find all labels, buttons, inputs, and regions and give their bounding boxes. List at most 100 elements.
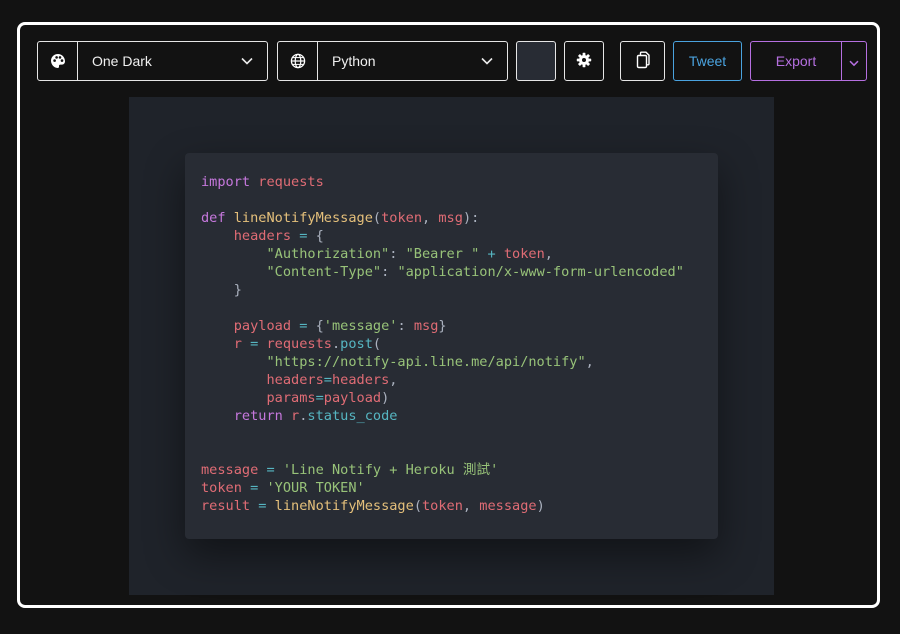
code-line: payload = {'message': msg}: [201, 317, 684, 335]
code-token: message: [201, 462, 259, 478]
code-token: ,: [422, 210, 439, 226]
code-token: :: [397, 318, 414, 334]
code-token: message: [479, 498, 537, 514]
code-line: def lineNotifyMessage(token, msg):: [201, 209, 684, 227]
code-line: result = lineNotifyMessage(token, messag…: [201, 497, 684, 515]
code-token: .: [331, 336, 341, 352]
app-frame: One Dark Python Tweet Export import requ…: [17, 22, 880, 608]
palette-icon: [38, 42, 78, 80]
code-token: def: [201, 210, 226, 226]
code-token: headers: [233, 228, 292, 244]
code-token: result: [201, 498, 251, 514]
theme-select-value: One Dark: [92, 53, 152, 69]
code-line: "Content-Type": "application/x-www-form-…: [201, 263, 684, 281]
code-token: =: [315, 390, 324, 406]
tweet-button[interactable]: Tweet: [673, 41, 742, 81]
code-token: "application/x-www-form-urlencoded": [397, 264, 684, 280]
code-token: token: [381, 210, 422, 226]
code-token: lineNotifyMessage: [274, 498, 414, 514]
code-token: payload: [233, 318, 292, 334]
code-line: headers = {: [201, 227, 684, 245]
code-token: }: [438, 318, 447, 334]
code-token: (: [413, 498, 422, 514]
code-token: }: [201, 282, 242, 298]
code-token: {: [307, 228, 324, 244]
code-editor[interactable]: import requests def lineNotifyMessage(to…: [201, 173, 684, 515]
code-window: import requests def lineNotifyMessage(to…: [185, 153, 718, 539]
chevron-down-icon: [467, 42, 507, 80]
code-token: ): [381, 390, 390, 406]
code-token: ): [536, 498, 545, 514]
language-select-value: Python: [332, 53, 376, 69]
code-token: "Authorization": [266, 246, 390, 262]
settings-button[interactable]: [564, 41, 604, 81]
code-line: }: [201, 281, 684, 299]
code-token: token: [201, 480, 242, 496]
code-token: post: [340, 336, 373, 352]
code-token: requests: [258, 174, 324, 190]
code-token: :: [381, 264, 398, 280]
code-token: msg: [438, 210, 463, 226]
export-dropdown-button[interactable]: [841, 42, 866, 80]
copy-icon: [635, 51, 651, 72]
code-token: (: [372, 336, 382, 352]
code-token: =: [323, 372, 332, 388]
code-line: return r.status_code: [201, 407, 684, 425]
background-color-picker[interactable]: [516, 41, 556, 81]
language-select[interactable]: Python: [277, 41, 508, 81]
code-token: params: [266, 390, 316, 406]
code-canvas: import requests def lineNotifyMessage(to…: [129, 97, 774, 595]
code-line: token = 'YOUR TOKEN': [201, 479, 684, 497]
code-token: headers: [331, 372, 390, 388]
gear-icon: [576, 52, 592, 71]
code-token: msg: [413, 318, 439, 334]
copy-button[interactable]: [620, 41, 665, 81]
export-button[interactable]: Export: [751, 42, 841, 80]
code-token: "https://notify-api.line.me/api/notify": [266, 354, 586, 370]
chevron-down-icon: [849, 52, 859, 71]
code-line: "https://notify-api.line.me/api/notify",: [201, 353, 684, 371]
code-line: "Authorization": "Bearer " + token,: [201, 245, 684, 263]
code-token: ):: [462, 210, 480, 226]
code-token: return: [233, 408, 283, 424]
code-line: import requests: [201, 173, 684, 191]
code-token: import: [201, 174, 251, 190]
code-line: headers=headers,: [201, 371, 684, 389]
code-token: status_code: [307, 408, 398, 424]
code-token: token: [422, 498, 463, 514]
code-token: requests: [266, 336, 332, 352]
code-token: (: [372, 210, 382, 226]
code-token: "Content-Type": [266, 264, 382, 280]
code-token: {: [307, 318, 324, 334]
code-token: ,: [462, 498, 480, 514]
code-token: :: [389, 246, 406, 262]
globe-icon: [278, 42, 318, 80]
code-token: ,: [544, 246, 553, 262]
code-token: 'Line Notify + Heroku 測試': [282, 462, 499, 478]
theme-select[interactable]: One Dark: [37, 41, 268, 81]
code-token: r: [291, 408, 300, 424]
code-token: +: [487, 246, 496, 262]
export-button-group: Export: [750, 41, 867, 81]
code-token: lineNotifyMessage: [233, 210, 373, 226]
code-token: headers: [266, 372, 324, 388]
